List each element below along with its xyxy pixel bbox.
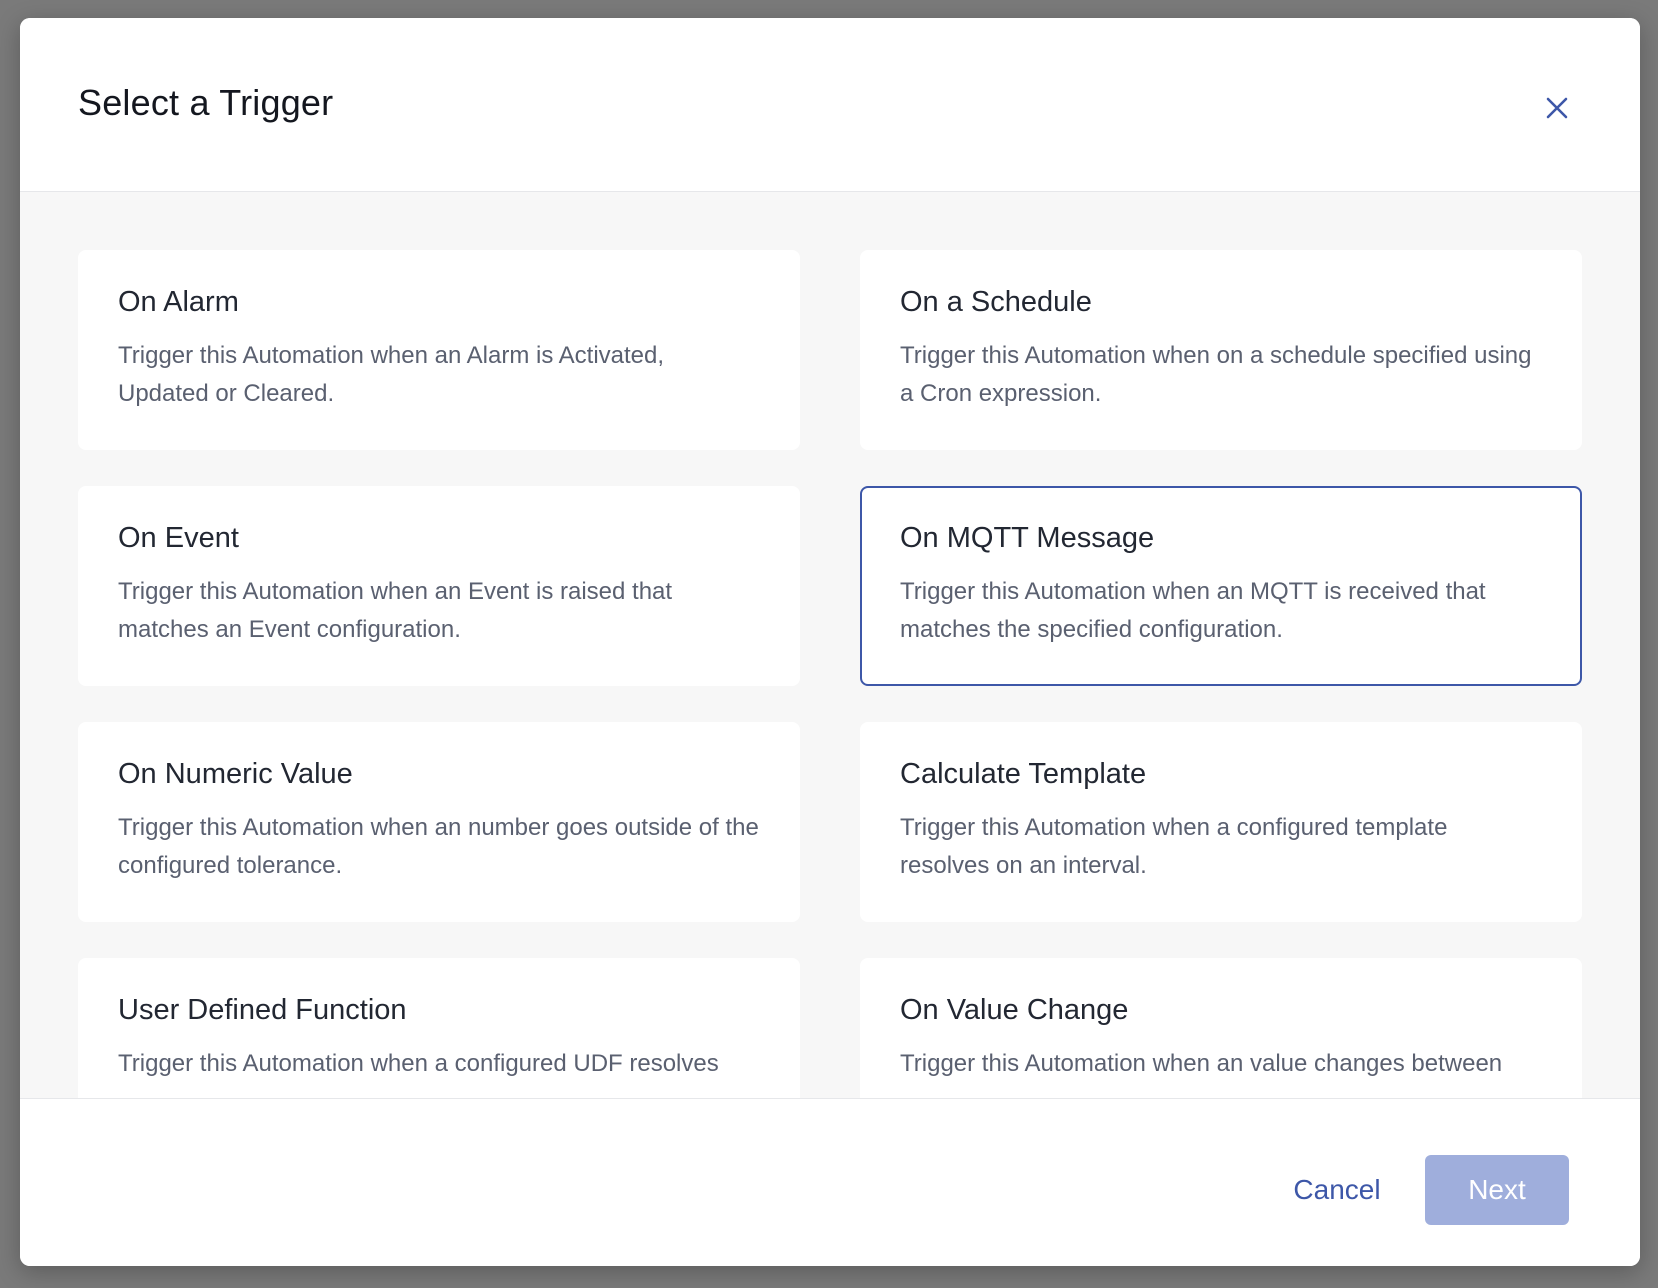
dialog-footer: Cancel Next xyxy=(20,1098,1640,1266)
trigger-card-description: Trigger this Automation when a configure… xyxy=(900,814,1448,879)
dialog-header: Select a Trigger xyxy=(20,18,1640,192)
trigger-card-user-defined-function[interactable]: User Defined Function Trigger this Autom… xyxy=(78,958,800,1098)
trigger-card-title: On Alarm xyxy=(118,286,239,318)
next-button[interactable]: Next xyxy=(1425,1155,1569,1225)
cancel-button[interactable]: Cancel xyxy=(1282,1155,1392,1225)
trigger-list[interactable]: On Alarm Trigger this Automation when an… xyxy=(20,192,1640,1098)
trigger-card-description: Trigger this Automation when a configure… xyxy=(118,1050,719,1077)
trigger-card-on-a-schedule[interactable]: On a Schedule Trigger this Automation wh… xyxy=(860,250,1582,450)
trigger-card-on-event[interactable]: On Event Trigger this Automation when an… xyxy=(78,486,800,686)
trigger-card-description: Trigger this Automation when an Event is… xyxy=(118,578,673,643)
trigger-grid: On Alarm Trigger this Automation when an… xyxy=(78,250,1582,1098)
trigger-card-title: On MQTT Message xyxy=(900,522,1155,554)
trigger-card-on-mqtt-message[interactable]: On MQTT Message Trigger this Automation … xyxy=(860,486,1582,686)
trigger-card-title: User Defined Function xyxy=(118,994,407,1026)
trigger-card-description: Trigger this Automation when an MQTT is … xyxy=(900,578,1486,643)
trigger-card-description: Trigger this Automation when an Alarm is… xyxy=(118,342,665,407)
trigger-card-title: Calculate Template xyxy=(900,758,1147,790)
trigger-card-title: On Numeric Value xyxy=(118,758,353,790)
close-button[interactable] xyxy=(1535,86,1579,130)
trigger-card-description: Trigger this Automation when an number g… xyxy=(118,814,759,879)
dialog-title: Select a Trigger xyxy=(78,82,334,123)
trigger-card-title: On Value Change xyxy=(900,994,1129,1026)
trigger-card-title: On a Schedule xyxy=(900,286,1092,318)
trigger-card-on-value-change[interactable]: On Value Change Trigger this Automation … xyxy=(860,958,1582,1098)
trigger-card-on-numeric-value[interactable]: On Numeric Value Trigger this Automation… xyxy=(78,722,800,922)
trigger-card-on-alarm[interactable]: On Alarm Trigger this Automation when an… xyxy=(78,250,800,450)
trigger-card-description: Trigger this Automation when on a schedu… xyxy=(900,342,1532,407)
trigger-card-title: On Event xyxy=(118,522,239,554)
close-icon xyxy=(1546,97,1568,119)
trigger-card-calculate-template[interactable]: Calculate Template Trigger this Automati… xyxy=(860,722,1582,922)
trigger-card-description: Trigger this Automation when an value ch… xyxy=(900,1050,1503,1077)
select-trigger-dialog: Select a Trigger On Alarm Trigger this A… xyxy=(20,18,1640,1266)
